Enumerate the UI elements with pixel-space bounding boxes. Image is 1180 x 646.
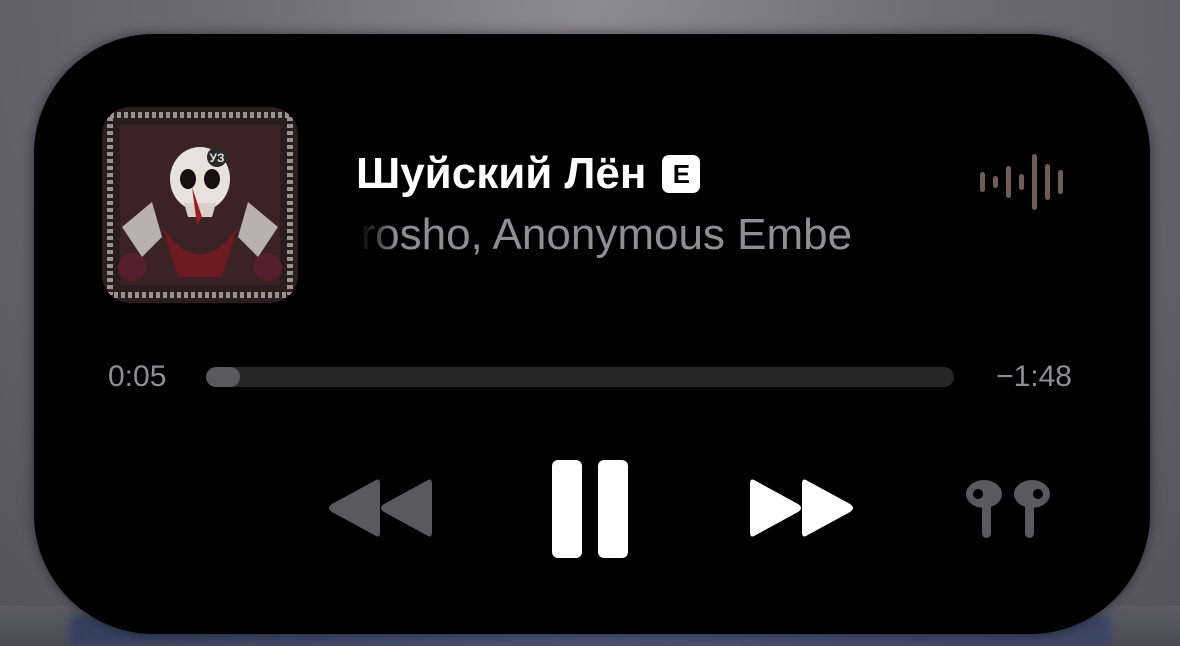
pause-icon[interactable] bbox=[550, 458, 630, 560]
track-info[interactable]: Шуйский Лён E orosho, Anonymous Embe bbox=[356, 144, 946, 274]
album-artwork[interactable]: УЗ bbox=[102, 107, 298, 303]
title-row: Шуйский Лён E bbox=[356, 144, 946, 204]
elapsed-time: 0:05 bbox=[108, 360, 167, 393]
waveform-icon bbox=[980, 154, 1063, 210]
airpods-icon[interactable] bbox=[960, 478, 1056, 540]
artist-fade-mask bbox=[356, 204, 396, 274]
explicit-badge: E bbox=[662, 155, 701, 193]
rewind-icon[interactable] bbox=[324, 476, 434, 540]
remaining-time: −1:48 bbox=[996, 360, 1072, 393]
track-title: Шуйский Лён bbox=[356, 149, 647, 198]
fast-forward-icon[interactable] bbox=[746, 476, 856, 540]
artwork-image: УЗ bbox=[102, 107, 298, 303]
progress-fill bbox=[206, 367, 240, 387]
track-artist: orosho, Anonymous Embe bbox=[356, 210, 853, 259]
progress-scrubber[interactable] bbox=[206, 367, 954, 387]
now-playing-card: УЗ Шуйский Лён E orosho, Anonymous Embe … bbox=[34, 34, 1150, 634]
artwork-badge: УЗ bbox=[210, 151, 225, 165]
